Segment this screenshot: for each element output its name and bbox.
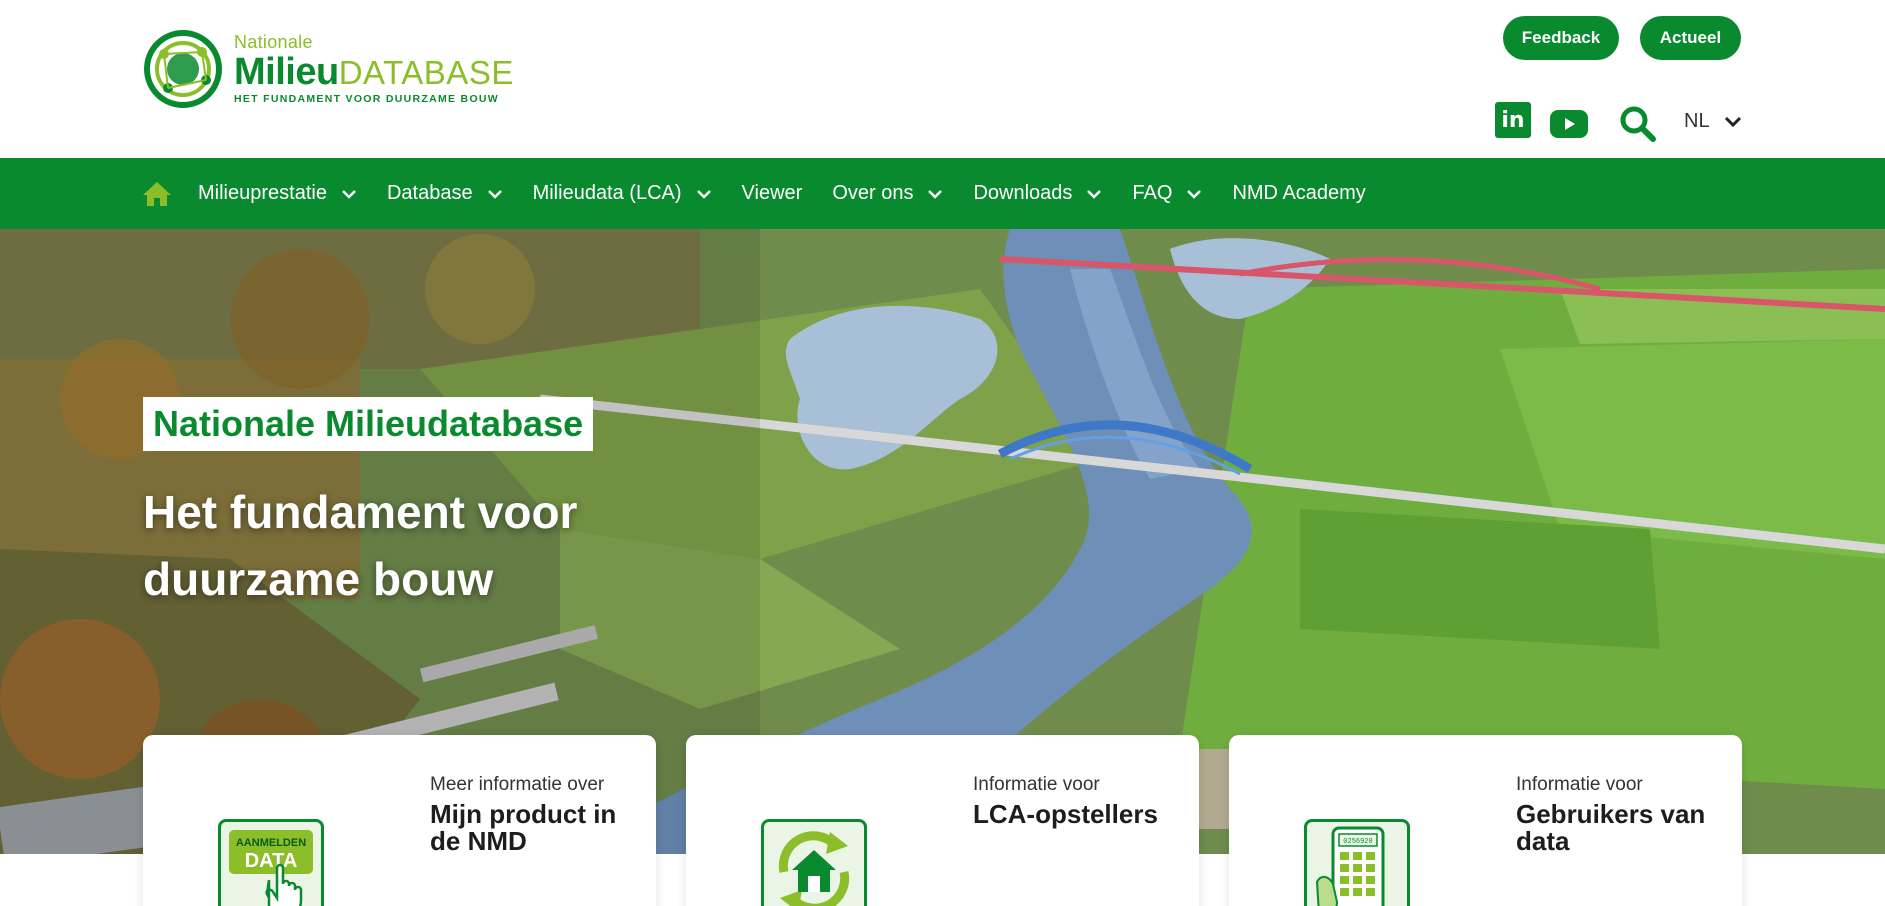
- nav-item-milieudata-lca[interactable]: Milieudata (LCA): [533, 182, 712, 205]
- site-header: Nationale MilieuDATABASE HET FUNDAMENT V…: [0, 0, 1885, 158]
- logo-wordmark: Nationale MilieuDATABASE HET FUNDAMENT V…: [234, 33, 514, 105]
- nav-item-nmd-academy[interactable]: NMD Academy: [1232, 182, 1365, 205]
- nav-items: Milieuprestatie Database Milieudata (LCA) V…: [142, 158, 1396, 229]
- logo-small-text: Nationale: [234, 32, 313, 53]
- nav-item-label: NMD Academy: [1232, 182, 1366, 204]
- language-selector[interactable]: NL: [1684, 110, 1742, 133]
- nav-item-over-ons[interactable]: Over ons: [832, 182, 943, 205]
- chevron-down-icon: [342, 189, 356, 199]
- nav-item-database[interactable]: Database: [387, 182, 503, 205]
- play-icon: [1565, 118, 1575, 130]
- search-icon[interactable]: [1618, 104, 1658, 144]
- nav-item-downloads[interactable]: Downloads: [973, 182, 1102, 205]
- card-gebruikers-van-data[interactable]: 0256920 Informatie voor Gebruikers van d…: [1229, 735, 1742, 906]
- main-navigation: Milieuprestatie Database Milieudata (LCA) V…: [0, 158, 1885, 229]
- card-title: Gebruikers van data: [1516, 799, 1706, 856]
- chevron-down-icon: [1187, 189, 1202, 199]
- nav-item-label: Downloads: [973, 182, 1073, 204]
- nav-item-milieuprestatie[interactable]: Milieuprestatie: [198, 182, 357, 205]
- home-icon[interactable]: [142, 179, 172, 209]
- aanmelden-data-graphic: AANMELDEN DATA: [229, 830, 313, 906]
- aanmelden-text: AANMELDEN: [236, 837, 306, 849]
- nav-item-faq[interactable]: FAQ: [1132, 182, 1202, 205]
- hero-title: Nationale Milieudatabase: [153, 403, 584, 444]
- actueel-button[interactable]: Actueel: [1640, 16, 1741, 60]
- hero-title-box: Nationale Milieudatabase: [143, 397, 594, 451]
- chevron-down-icon: [1087, 189, 1102, 199]
- logo-big-word: Milieu: [234, 51, 339, 94]
- card-pre-text: Informatie voor: [973, 774, 1100, 795]
- logo-tagline: HET FUNDAMENT VOOR DUURZAME BOUW: [234, 93, 500, 106]
- logo-network-icon: [144, 30, 222, 108]
- logo-big-text: MilieuDATABASE: [234, 53, 514, 91]
- card-lca-opstellers[interactable]: Informatie voor LCA-opstellers: [686, 735, 1199, 906]
- chevron-down-icon: [928, 189, 943, 199]
- hero-subtitle: Het fundament voor duurzame bouw: [143, 486, 578, 605]
- logo-big-suffix: DATABASE: [338, 54, 514, 92]
- calculator-display: 0256920: [1343, 838, 1372, 846]
- feedback-button[interactable]: Feedback: [1503, 16, 1619, 60]
- card-pre-text: Meer informatie over: [430, 774, 605, 795]
- language-label: NL: [1684, 110, 1710, 132]
- calculator-hand-icon: 0256920: [1304, 819, 1410, 906]
- card-pre-text: Informatie voor: [1516, 774, 1643, 795]
- linkedin-icon[interactable]: in: [1495, 102, 1531, 138]
- aanmelden-data-icon: AANMELDEN DATA: [218, 819, 324, 906]
- site-logo[interactable]: Nationale MilieuDATABASE HET FUNDAMENT V…: [142, 28, 514, 110]
- data-text: DATA: [245, 850, 298, 872]
- nav-item-label: Milieudata (LCA): [532, 182, 682, 204]
- magnifier-glyph: [1620, 106, 1656, 142]
- chevron-down-icon: [1724, 116, 1741, 127]
- calculator-hand-graphic: 0256920: [1315, 826, 1385, 906]
- nav-item-label: Database: [386, 182, 473, 204]
- youtube-icon[interactable]: [1550, 110, 1588, 138]
- nav-item-label: Over ons: [832, 182, 914, 204]
- card-mijn-product[interactable]: AANMELDEN DATA Meer informatie over Mijn…: [143, 735, 656, 906]
- nav-item-label: FAQ: [1132, 182, 1173, 204]
- chevron-down-icon: [696, 189, 711, 199]
- nav-item-label: Milieuprestatie: [198, 182, 327, 204]
- nav-item-label: Viewer: [741, 182, 803, 204]
- card-title: Mijn product in de NMD: [430, 799, 617, 856]
- recycle-house-icon: [761, 819, 867, 906]
- nav-item-viewer[interactable]: Viewer: [742, 182, 803, 205]
- recycle-house-graphic: [778, 831, 850, 906]
- chevron-down-icon: [487, 189, 502, 199]
- card-title: LCA-opstellers: [973, 799, 1158, 829]
